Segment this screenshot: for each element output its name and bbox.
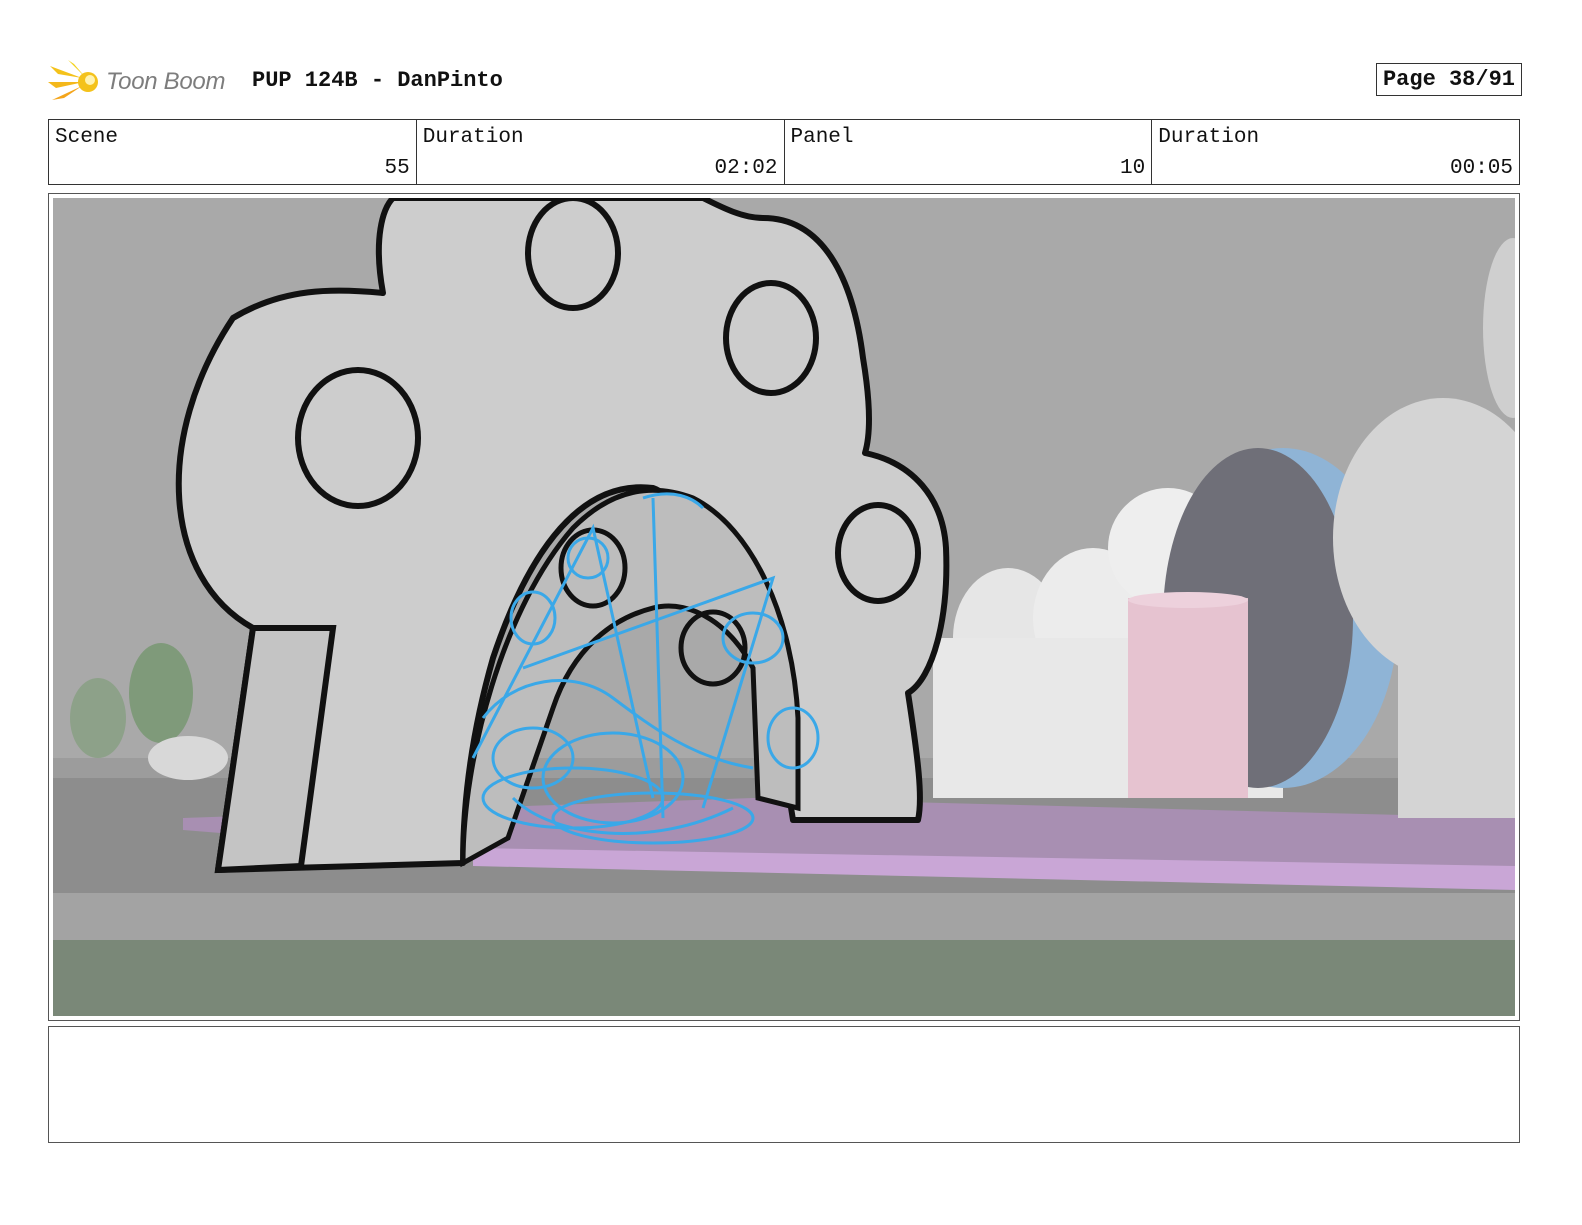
bush [70, 678, 126, 758]
starburst-icon [48, 60, 98, 100]
panel-notes [48, 1026, 1520, 1143]
logo-text: Toon Boom [106, 68, 226, 95]
panel-value: 10 [1120, 157, 1146, 180]
scene-label: Scene [55, 126, 119, 149]
pink-cylinder [1128, 598, 1248, 798]
panel-label: Panel [790, 126, 854, 149]
panel-duration-cell: Duration 00:05 [1152, 120, 1519, 184]
toon-boom-logo: Toon Boom [48, 56, 248, 108]
scene-value: 55 [384, 157, 410, 180]
scene-duration-cell: Duration 02:02 [417, 120, 785, 184]
road [53, 893, 1515, 943]
panel-artwork [53, 198, 1515, 1016]
panel-duration-label: Duration [1158, 126, 1260, 149]
storyboard-title: PUP 124B - DanPinto [252, 68, 503, 93]
grass-foreground [53, 940, 1515, 1016]
scene-duration-value: 02:02 [714, 157, 778, 180]
page-indicator: Page 38/91 [1375, 63, 1522, 96]
panel-duration-value: 00:05 [1449, 157, 1513, 180]
scene-drawing [53, 198, 1515, 1016]
bush [129, 643, 193, 743]
scene-cell: Scene 55 [49, 120, 417, 184]
panel-cell: Panel 10 [785, 120, 1153, 184]
scene-duration-label: Duration [422, 126, 524, 149]
storyboard-panel [48, 193, 1520, 1021]
scene-info-table: Scene 55 Duration 02:02 Panel 10 Duratio… [48, 119, 1520, 185]
page-header: Toon Boom PUP 124B - DanPinto Page 38/91 [48, 56, 1522, 108]
